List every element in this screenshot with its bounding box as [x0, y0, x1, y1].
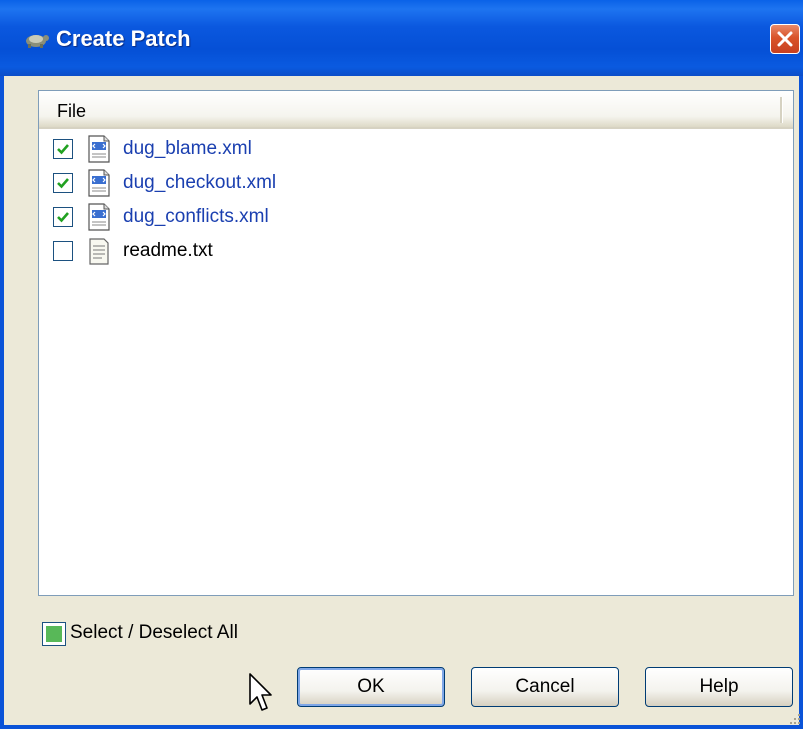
file-checkbox[interactable] — [53, 139, 73, 159]
checkmark-icon — [57, 178, 69, 189]
xml-file-icon — [88, 203, 110, 231]
file-checkbox[interactable] — [53, 207, 73, 227]
mouse-pointer-icon — [249, 673, 272, 711]
file-name: dug_blame.xml — [123, 138, 252, 159]
file-checkbox[interactable] — [53, 241, 73, 261]
xml-file-icon — [88, 135, 110, 163]
file-name: dug_checkout.xml — [123, 172, 277, 193]
column-divider[interactable] — [780, 97, 783, 123]
ok-button[interactable]: OK — [297, 667, 445, 707]
help-button[interactable]: Help — [645, 667, 793, 707]
file-name: readme.txt — [123, 240, 213, 261]
title-bar[interactable]: Create Patch — [0, 0, 803, 76]
checkmark-icon — [57, 144, 69, 155]
checkmark-icon — [57, 212, 69, 223]
file-name: dug_conflicts.xml — [123, 206, 269, 227]
file-list[interactable]: File dug_blame.xml dug_checkout.xml dug_… — [38, 90, 794, 596]
select-all-checkbox[interactable] — [42, 622, 66, 646]
close-icon — [777, 31, 793, 47]
resize-grip-icon[interactable] — [788, 712, 802, 726]
create-patch-dialog: Create Patch File dug_blame.xml dug_chec… — [0, 0, 803, 729]
tortoise-icon — [26, 35, 49, 48]
list-item[interactable]: readme.txt — [53, 237, 753, 269]
text-file-icon — [89, 238, 109, 265]
list-item[interactable]: dug_checkout.xml — [53, 169, 753, 201]
list-item[interactable]: dug_conflicts.xml — [53, 203, 753, 235]
indeterminate-icon — [46, 626, 62, 642]
close-button[interactable] — [770, 24, 800, 54]
select-all-label[interactable]: Select / Deselect All — [70, 622, 238, 644]
xml-file-icon — [88, 169, 110, 197]
cancel-button[interactable]: Cancel — [471, 667, 619, 707]
window-title: Create Patch — [56, 26, 191, 51]
column-header-file[interactable]: File — [57, 101, 86, 122]
list-item[interactable]: dug_blame.xml — [53, 135, 753, 167]
list-header: File — [39, 91, 793, 129]
file-checkbox[interactable] — [53, 173, 73, 193]
